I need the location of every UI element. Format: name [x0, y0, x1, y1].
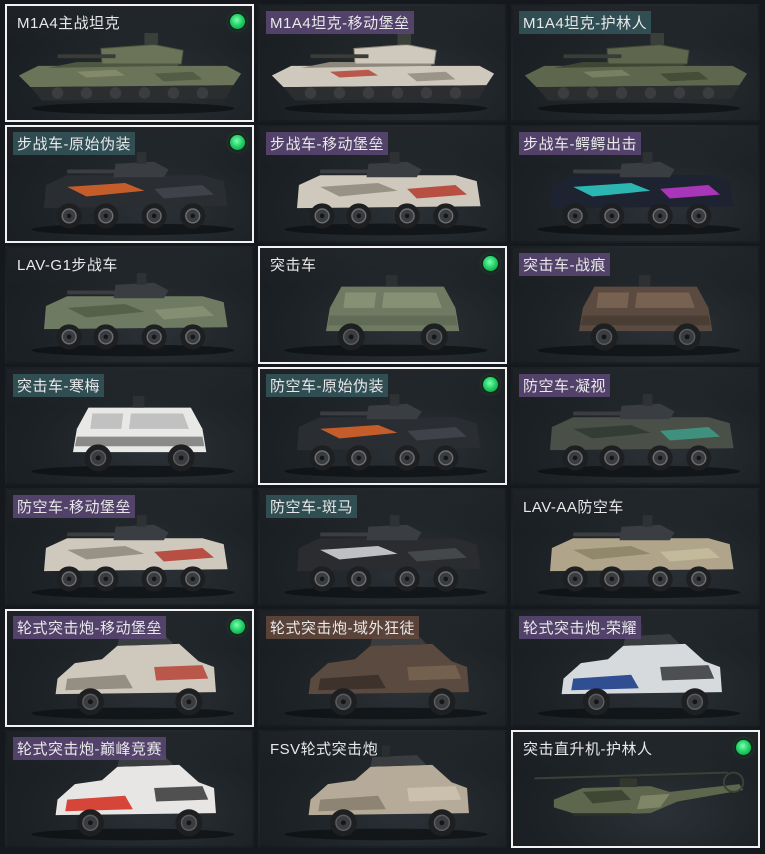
vehicle-card-title: 轮式突击炮-巅峰竞赛	[13, 737, 166, 760]
vehicle-card[interactable]: 轮式突击炮-荣耀	[511, 609, 760, 727]
equipped-check-icon	[483, 256, 498, 271]
vehicle-card[interactable]: 步战车-原始伪装	[5, 125, 254, 243]
vehicle-card-title: FSV轮式突击炮	[270, 741, 379, 758]
vehicle-card-title: 轮式突击炮-域外狂徒	[266, 616, 419, 639]
vehicle-card-title: 轮式突击炮-荣耀	[519, 616, 641, 639]
vehicle-card-title: LAV-AA防空车	[523, 499, 624, 516]
equipped-check-icon	[230, 14, 245, 29]
vehicle-card[interactable]: 步战车-鳄鳄出击	[511, 125, 760, 243]
vehicle-card-title: 防空车-原始伪装	[266, 374, 388, 397]
vehicle-card-title: 步战车-原始伪装	[13, 132, 135, 155]
vehicle-card[interactable]: 轮式突击炮-巅峰竞赛	[5, 730, 254, 848]
vehicle-card[interactable]: 轮式突击炮-域外狂徒	[258, 609, 507, 727]
vehicle-card-title: 防空车-斑马	[266, 495, 357, 518]
vehicle-card[interactable]: 轮式突击炮-移动堡垒	[5, 609, 254, 727]
vehicle-card[interactable]: 防空车-移动堡垒	[5, 488, 254, 606]
vehicle-card[interactable]: 突击车-寒梅	[5, 367, 254, 485]
vehicle-card-title: 突击直升机-护林人	[523, 741, 653, 758]
vehicle-card-title: M1A4坦克-护林人	[519, 11, 652, 34]
equipped-check-icon	[230, 135, 245, 150]
vehicle-card[interactable]: 防空车-斑马	[258, 488, 507, 606]
vehicle-card-title: 防空车-凝视	[519, 374, 610, 397]
equipped-check-icon	[230, 619, 245, 634]
vehicle-card-title: 步战车-移动堡垒	[266, 132, 388, 155]
vehicle-card[interactable]: M1A4坦克-移动堡垒	[258, 4, 507, 122]
vehicle-card[interactable]: 突击车	[258, 246, 507, 364]
vehicle-card[interactable]: M1A4坦克-护林人	[511, 4, 760, 122]
vehicle-card[interactable]: 突击车-战痕	[511, 246, 760, 364]
vehicle-skin-grid: M1A4主战坦克 M1A4坦克-移动堡垒 M1A4坦克-护林人 步战车-原始伪装…	[0, 0, 765, 854]
vehicle-card-title: 突击车-战痕	[519, 253, 610, 276]
vehicle-card[interactable]: 防空车-原始伪装	[258, 367, 507, 485]
vehicle-card[interactable]: 步战车-移动堡垒	[258, 125, 507, 243]
vehicle-card[interactable]: 防空车-凝视	[511, 367, 760, 485]
vehicle-card-title: 突击车-寒梅	[13, 374, 104, 397]
vehicle-card-title: LAV-G1步战车	[17, 257, 118, 274]
vehicle-card-title: 突击车	[270, 257, 317, 274]
vehicle-card-title: M1A4坦克-移动堡垒	[266, 11, 414, 34]
vehicle-card-title: M1A4主战坦克	[17, 15, 121, 32]
vehicle-card[interactable]: 突击直升机-护林人	[511, 730, 760, 848]
equipped-check-icon	[483, 377, 498, 392]
equipped-check-icon	[736, 740, 751, 755]
vehicle-card[interactable]: FSV轮式突击炮	[258, 730, 507, 848]
vehicle-card[interactable]: M1A4主战坦克	[5, 4, 254, 122]
vehicle-card-title: 步战车-鳄鳄出击	[519, 132, 641, 155]
vehicle-card[interactable]: LAV-AA防空车	[511, 488, 760, 606]
vehicle-card-title: 轮式突击炮-移动堡垒	[13, 616, 166, 639]
vehicle-card-title: 防空车-移动堡垒	[13, 495, 135, 518]
vehicle-card[interactable]: LAV-G1步战车	[5, 246, 254, 364]
